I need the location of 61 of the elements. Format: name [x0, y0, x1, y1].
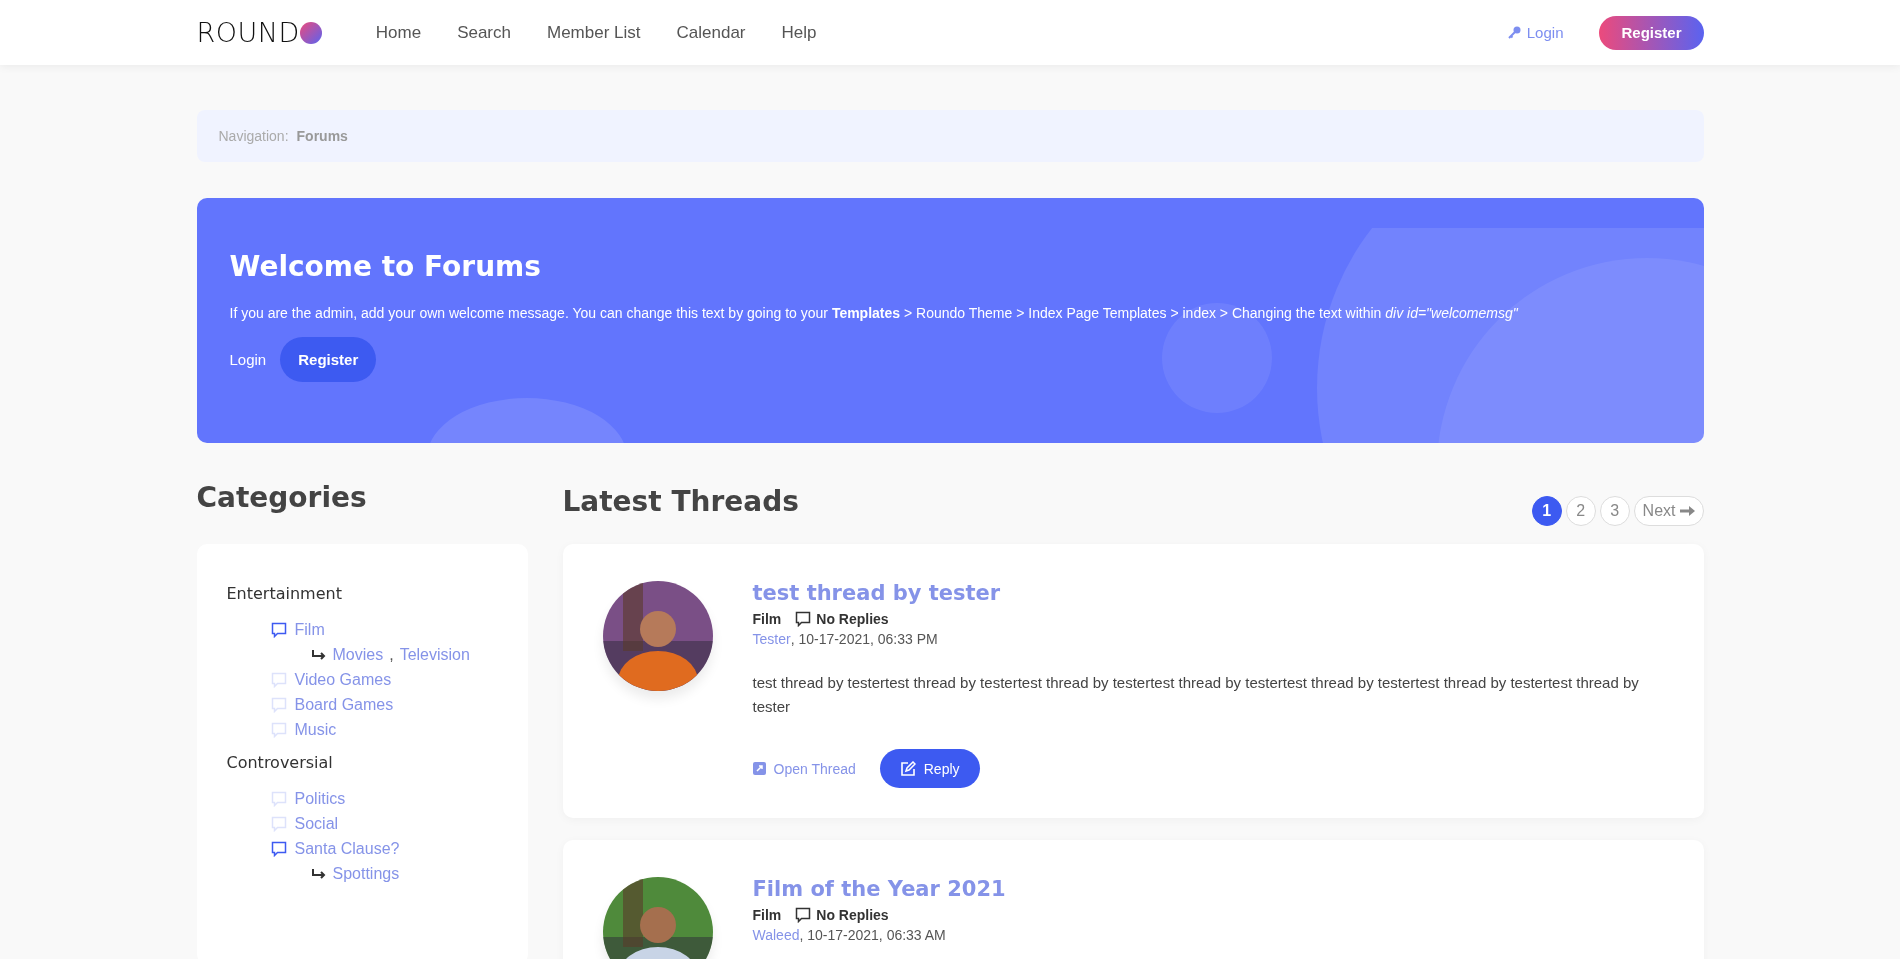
thread-title[interactable]: test thread by tester	[752, 581, 1664, 605]
category-heading: Controversial	[226, 753, 334, 772]
forum-link[interactable]: Politics	[294, 790, 346, 808]
comment-icon	[270, 622, 287, 638]
register-button[interactable]: Register	[280, 337, 377, 382]
arrow-icon	[310, 868, 327, 880]
reply-count: No Replies	[816, 611, 889, 627]
post-date: , 10-17-2021, 06:33 PM	[790, 631, 938, 647]
forum-link[interactable]: Film	[294, 621, 325, 639]
nav-link[interactable]: Help	[781, 22, 817, 43]
category-heading: Entertainment	[226, 584, 343, 603]
open-thread-link[interactable]: Open Thread	[752, 760, 856, 777]
comment-icon	[270, 722, 287, 738]
categories-heading: Categories	[196, 481, 368, 514]
next-button[interactable]: Next	[1633, 496, 1704, 526]
subforum-link[interactable]: Television	[399, 646, 470, 664]
login-link[interactable]: Login	[1507, 24, 1564, 41]
nav-link[interactable]: Search	[457, 22, 511, 43]
latest-threads-heading: Latest Threads	[562, 485, 799, 518]
reply-count: No Replies	[816, 907, 889, 923]
logo-icon	[299, 21, 322, 44]
page-button[interactable]: 1	[1531, 496, 1562, 526]
forum-link[interactable]: Music	[294, 721, 337, 739]
comment-icon	[795, 611, 812, 627]
author-link[interactable]: Tester	[752, 631, 791, 647]
key-icon	[1507, 26, 1521, 39]
arrow-icon	[1679, 506, 1695, 516]
external-link-icon	[752, 762, 766, 775]
breadcrumb-label: Navigation:	[218, 128, 289, 144]
forum-link[interactable]: Video Games	[294, 671, 392, 689]
forum-link[interactable]: Santa Clause?	[294, 840, 400, 858]
breadcrumb-link[interactable]: Forums	[296, 128, 348, 144]
edit-icon	[899, 760, 916, 777]
nav-link[interactable]: Home	[375, 22, 422, 43]
login-link[interactable]: Login	[229, 351, 267, 368]
nav-link[interactable]: Member List	[547, 22, 641, 43]
thread-title[interactable]: Film of the Year 2021	[752, 877, 1664, 901]
page-button[interactable]: 3	[1599, 496, 1630, 526]
forum-link[interactable]: Social	[294, 815, 339, 833]
comment-icon	[270, 816, 287, 832]
welcome-title: Welcome to Forums	[229, 250, 542, 283]
thread-excerpt: test thread by testertest thread by testertest thread by testertest thread by testertest thread by testertest thread by testertest thread by tester	[752, 673, 1640, 717]
page-button[interactable]: 2	[1565, 496, 1596, 526]
forum-name: Film	[752, 907, 782, 923]
subforum-link[interactable]: Spottings	[332, 865, 400, 883]
nav-link[interactable]: Calendar	[676, 22, 746, 43]
reply-button[interactable]: Reply	[879, 749, 980, 788]
comment-icon	[270, 672, 287, 688]
separator-text: ,	[389, 646, 394, 664]
comment-icon	[270, 791, 287, 807]
forum-name: Film	[752, 611, 782, 627]
comment-icon	[795, 907, 812, 923]
subforum-link[interactable]: Movies	[332, 646, 384, 664]
comment-icon	[270, 697, 287, 713]
forum-link[interactable]: Board Games	[294, 696, 394, 714]
logo-text[interactable]: ROUND	[196, 17, 300, 48]
arrow-icon	[310, 649, 327, 661]
welcome-message: If you are the admin, add your own welcome message. You can change this text by going to your Templates > Roundo Theme > Index Page Templates > index > Changing the text within div id="welcomemsg"	[229, 305, 1519, 321]
register-button[interactable]: Register	[1599, 15, 1704, 50]
post-date: , 10-17-2021, 06:33 AM	[799, 927, 946, 943]
comment-icon	[270, 841, 287, 857]
